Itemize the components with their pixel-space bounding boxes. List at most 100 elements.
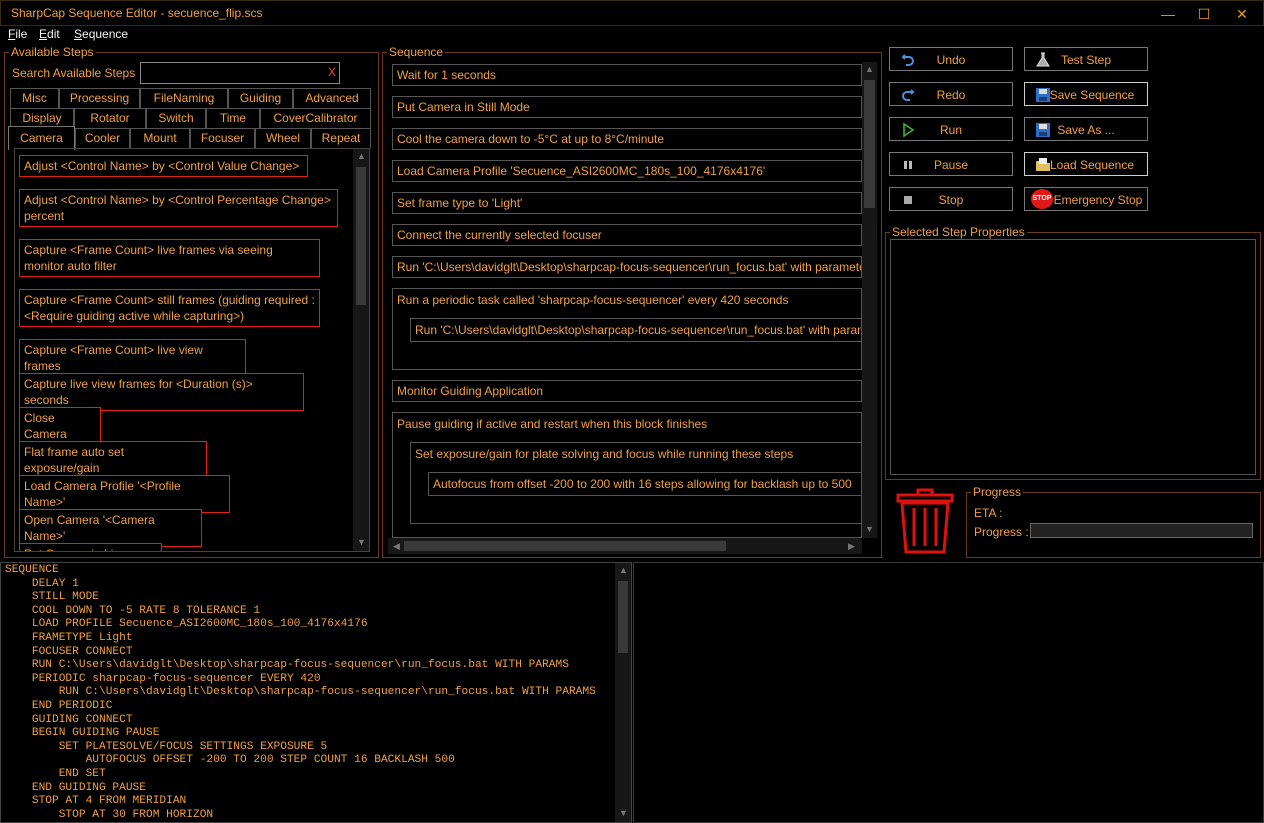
code-scrollbar[interactable]: ▲ ▼ xyxy=(615,563,631,822)
scroll-up-icon[interactable]: ▲ xyxy=(357,151,366,161)
code-editor[interactable]: SEQUENCE DELAY 1 STILL MODE COOL DOWN TO… xyxy=(0,562,632,823)
progress-bar xyxy=(1030,523,1253,538)
tab-guiding[interactable]: Guiding xyxy=(228,88,293,108)
sequence-step[interactable]: Cool the camera down to -5°C at up to 8°… xyxy=(392,128,862,150)
sequence-code[interactable]: SEQUENCE DELAY 1 STILL MODE COOL DOWN TO… xyxy=(5,564,596,822)
title-bar: SharpCap Sequence Editor - secuence_flip… xyxy=(0,0,1264,26)
scroll-thumb[interactable] xyxy=(864,80,875,208)
list-item[interactable]: Load Camera Profile '<Profile Name>' xyxy=(19,475,230,513)
sequence-step[interactable]: Monitor Guiding Application xyxy=(392,380,862,402)
scroll-thumb[interactable] xyxy=(404,541,726,551)
load-sequence-button[interactable]: Load Sequence xyxy=(1024,152,1148,176)
menu-edit[interactable]: Edit xyxy=(39,27,60,41)
test-step-button[interactable]: Test Step xyxy=(1024,47,1148,71)
search-label: Search Available Steps xyxy=(12,66,136,80)
sequence-title: Sequence xyxy=(387,45,446,59)
sequence-list[interactable]: Wait for 1 seconds Put Camera in Still M… xyxy=(388,62,878,538)
menu-file-rest: ile xyxy=(15,27,28,41)
menu-bar: File Edit Sequence xyxy=(0,26,1264,44)
run-label: Run xyxy=(939,123,962,137)
list-item[interactable]: Open Camera '<Camera Name>' xyxy=(19,509,202,547)
tab-time[interactable]: Time xyxy=(206,108,260,128)
tab-mount[interactable]: Mount xyxy=(130,128,190,148)
stop-button[interactable]: Stop xyxy=(889,187,1013,211)
emergency-stop-button[interactable]: STOP Emergency Stop xyxy=(1024,187,1148,211)
available-steps-list[interactable]: Adjust <Control Name> by <Control Value … xyxy=(14,148,370,552)
sequence-step[interactable]: Run 'C:\Users\davidglt\Desktop\sharpcap-… xyxy=(392,256,862,278)
menu-edit-rest: dit xyxy=(47,27,60,41)
sequence-step[interactable]: Load Camera Profile 'Secuence_ASI2600MC_… xyxy=(392,160,862,182)
list-item[interactable]: Flat frame auto set exposure/gain xyxy=(19,441,207,479)
sequence-step[interactable]: Run 'C:\Users\davidglt\Desktop\sharpcap-… xyxy=(410,318,862,342)
run-button[interactable]: Run xyxy=(889,117,1013,141)
menu-sequence-rest: equence xyxy=(82,27,129,41)
maximize-button[interactable]: ☐ xyxy=(1195,5,1213,23)
tab-repeat[interactable]: Repeat xyxy=(311,128,371,148)
trash-icon[interactable] xyxy=(896,488,954,556)
tab-camera[interactable]: Camera xyxy=(8,126,75,150)
tab-advanced[interactable]: Advanced xyxy=(293,88,371,108)
tab-misc[interactable]: Misc xyxy=(10,88,59,108)
list-item[interactable]: Capture <Frame Count> live view frames xyxy=(19,339,246,377)
tab-wheel[interactable]: Wheel xyxy=(255,128,311,148)
sequence-step[interactable]: Set exposure/gain for plate solving and … xyxy=(415,447,793,461)
list-item[interactable]: Capture <Frame Count> live frames via se… xyxy=(19,239,320,277)
tab-processing[interactable]: Processing xyxy=(59,88,140,108)
tab-cooler[interactable]: Cooler xyxy=(75,128,130,148)
menu-sequence[interactable]: Sequence xyxy=(74,27,128,41)
tab-focuser[interactable]: Focuser xyxy=(190,128,255,148)
sequence-step[interactable]: Set frame type to 'Light' xyxy=(392,192,862,214)
sequence-step[interactable]: Autofocus from offset -200 to 200 with 1… xyxy=(428,472,862,496)
progress-title: Progress xyxy=(971,485,1024,499)
tab-display[interactable]: Display xyxy=(10,108,74,128)
stop-label: Stop xyxy=(938,193,964,207)
save-sequence-label: Save Sequence xyxy=(1049,88,1135,102)
sequence-vscrollbar[interactable]: ▲ ▼ xyxy=(862,62,877,538)
eta-label: ETA : xyxy=(974,506,1003,520)
scroll-thumb[interactable] xyxy=(356,167,366,305)
menu-sequence-key: S xyxy=(74,27,83,41)
scroll-down-icon[interactable]: ▼ xyxy=(619,808,628,818)
scroll-right-icon[interactable]: ▶ xyxy=(848,541,855,552)
search-input[interactable] xyxy=(140,62,340,84)
sequence-step[interactable]: Put Camera in Still Mode xyxy=(392,96,862,118)
progress-label: Progress : xyxy=(974,525,1029,539)
properties-panel[interactable] xyxy=(890,239,1256,475)
tab-covercalibrator[interactable]: CoverCalibrator xyxy=(260,108,371,128)
list-item[interactable]: Capture <Frame Count> still frames (guid… xyxy=(19,289,320,327)
list-item[interactable]: Adjust <Control Name> by <Control Value … xyxy=(19,155,308,177)
sequence-hscrollbar[interactable]: ◀ ▶ xyxy=(388,538,862,554)
list-item[interactable]: Capture live view frames for <Duration (… xyxy=(19,373,304,411)
sequence-step[interactable]: Wait for 1 seconds xyxy=(392,64,862,86)
tab-rotator[interactable]: Rotator xyxy=(74,108,146,128)
search-clear-button[interactable]: X xyxy=(328,65,336,79)
list-item[interactable]: Put Camera in Live Mode xyxy=(19,543,162,551)
tab-filenaming[interactable]: FileNaming xyxy=(140,88,228,108)
sequence-step[interactable]: Run a periodic task called 'sharpcap-foc… xyxy=(397,293,788,307)
sequence-step[interactable]: Connect the currently selected focuser xyxy=(392,224,862,246)
save-as-button[interactable]: Save As ... xyxy=(1024,117,1148,141)
tab-switch[interactable]: Switch xyxy=(146,108,206,128)
scroll-up-icon[interactable]: ▲ xyxy=(619,565,628,575)
load-sequence-label: Load Sequence xyxy=(1049,158,1135,172)
output-pane[interactable] xyxy=(633,562,1264,823)
scroll-left-icon[interactable]: ◀ xyxy=(393,541,400,552)
pause-label: Pause xyxy=(933,158,969,172)
list-item[interactable]: Adjust <Control Name> by <Control Percen… xyxy=(19,189,338,227)
test-step-label: Test Step xyxy=(1060,53,1112,67)
sequence-step[interactable]: Pause guiding if active and restart when… xyxy=(397,417,707,431)
undo-button[interactable]: Undo xyxy=(889,47,1013,71)
save-as-label: Save As ... xyxy=(1057,123,1115,137)
scroll-down-icon[interactable]: ▼ xyxy=(865,524,874,534)
close-button[interactable]: ✕ xyxy=(1233,5,1251,23)
scroll-thumb[interactable] xyxy=(618,581,628,653)
steps-scrollbar[interactable]: ▲ ▼ xyxy=(353,149,369,551)
pause-button[interactable]: Pause xyxy=(889,152,1013,176)
minimize-button[interactable]: — xyxy=(1159,5,1177,23)
menu-file[interactable]: File xyxy=(8,27,27,41)
save-sequence-button[interactable]: Save Sequence xyxy=(1024,82,1148,106)
scroll-down-icon[interactable]: ▼ xyxy=(357,537,366,547)
redo-button[interactable]: Redo xyxy=(889,82,1013,106)
list-item[interactable]: Close Camera xyxy=(19,407,101,445)
scroll-up-icon[interactable]: ▲ xyxy=(865,64,874,74)
